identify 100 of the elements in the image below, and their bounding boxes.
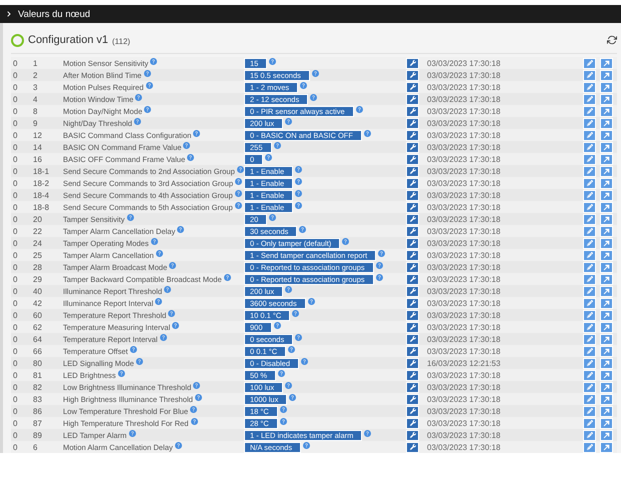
wrench-button[interactable]: [406, 274, 419, 284]
help-icon[interactable]: [280, 406, 287, 412]
expand-button[interactable]: [600, 226, 613, 236]
help-icon[interactable]: [136, 358, 143, 364]
edit-button[interactable]: [583, 382, 596, 392]
expand-button[interactable]: [600, 106, 613, 116]
help-icon[interactable]: [235, 178, 242, 184]
help-icon[interactable]: [174, 442, 182, 448]
expand-button[interactable]: [600, 130, 613, 140]
help-icon[interactable]: [378, 250, 386, 256]
help-icon[interactable]: [160, 334, 167, 340]
wrench-button[interactable]: [406, 154, 419, 164]
wrench-button[interactable]: [406, 130, 419, 140]
wrench-button[interactable]: [406, 394, 419, 404]
wrench-button[interactable]: [406, 346, 419, 356]
help-icon[interactable]: [164, 286, 172, 292]
wrench-button[interactable]: [406, 370, 419, 380]
help-icon[interactable]: [285, 286, 292, 292]
help-icon[interactable]: [295, 190, 302, 196]
help-icon[interactable]: [342, 238, 350, 244]
wrench-button[interactable]: [406, 214, 419, 224]
edit-button[interactable]: [583, 346, 596, 356]
wrench-button[interactable]: [406, 226, 419, 236]
help-icon[interactable]: [118, 370, 125, 376]
edit-button[interactable]: [583, 262, 596, 272]
expand-button[interactable]: [600, 286, 613, 296]
help-icon[interactable]: [128, 430, 136, 436]
help-icon[interactable]: [310, 94, 318, 100]
expand-button[interactable]: [600, 406, 613, 416]
help-icon[interactable]: [303, 442, 310, 448]
help-icon[interactable]: [190, 418, 198, 424]
wrench-button[interactable]: [406, 418, 419, 428]
help-icon[interactable]: [234, 190, 242, 196]
wrench-button[interactable]: [406, 166, 419, 176]
wrench-button[interactable]: [406, 334, 419, 344]
wrench-button[interactable]: [406, 286, 419, 296]
help-icon[interactable]: [289, 394, 296, 400]
help-icon[interactable]: [312, 70, 319, 76]
help-icon[interactable]: [299, 226, 306, 232]
expand-button[interactable]: [600, 250, 613, 260]
expand-button[interactable]: [600, 334, 613, 344]
edit-button[interactable]: [583, 154, 596, 164]
edit-button[interactable]: [583, 106, 596, 116]
wrench-button[interactable]: [406, 82, 419, 92]
edit-button[interactable]: [583, 82, 596, 92]
edit-button[interactable]: [583, 214, 596, 224]
help-icon[interactable]: [356, 106, 363, 112]
wrench-button[interactable]: [406, 262, 419, 272]
wrench-button[interactable]: [406, 442, 419, 452]
edit-button[interactable]: [583, 130, 596, 140]
edit-button[interactable]: [583, 58, 596, 68]
expand-button[interactable]: [600, 154, 613, 164]
edit-button[interactable]: [583, 142, 596, 152]
expand-button[interactable]: [600, 118, 613, 128]
help-icon[interactable]: [278, 370, 286, 376]
wrench-button[interactable]: [406, 310, 419, 320]
edit-button[interactable]: [583, 274, 596, 284]
edit-button[interactable]: [583, 286, 596, 296]
help-icon[interactable]: [364, 130, 371, 136]
help-icon[interactable]: [269, 58, 276, 64]
help-icon[interactable]: [301, 358, 308, 364]
edit-button[interactable]: [583, 238, 596, 248]
expand-button[interactable]: [600, 274, 613, 284]
help-icon[interactable]: [280, 418, 287, 424]
expand-button[interactable]: [600, 166, 613, 176]
edit-button[interactable]: [583, 94, 596, 104]
help-icon[interactable]: [194, 394, 202, 400]
help-icon[interactable]: [169, 262, 176, 268]
wrench-button[interactable]: [406, 406, 419, 416]
expand-button[interactable]: [600, 262, 613, 272]
expand-button[interactable]: [600, 382, 613, 392]
help-icon[interactable]: [224, 274, 231, 280]
help-icon[interactable]: [190, 406, 198, 412]
edit-button[interactable]: [583, 334, 596, 344]
help-icon[interactable]: [295, 178, 302, 184]
wrench-button[interactable]: [406, 238, 419, 248]
help-icon[interactable]: [295, 166, 302, 172]
help-icon[interactable]: [274, 142, 281, 148]
help-icon[interactable]: [295, 334, 302, 340]
edit-button[interactable]: [583, 430, 596, 440]
wrench-button[interactable]: [406, 190, 419, 200]
expand-button[interactable]: [600, 358, 613, 368]
help-icon[interactable]: [172, 322, 180, 328]
expand-button[interactable]: [600, 298, 613, 308]
expand-button[interactable]: [600, 430, 613, 440]
expand-button[interactable]: [600, 70, 613, 80]
edit-button[interactable]: [583, 178, 596, 188]
help-icon[interactable]: [376, 274, 383, 280]
edit-button[interactable]: [583, 310, 596, 320]
help-icon[interactable]: [168, 310, 176, 316]
help-icon[interactable]: [150, 238, 158, 244]
expand-button[interactable]: [600, 190, 613, 200]
expand-button[interactable]: [600, 322, 613, 332]
help-icon[interactable]: [187, 154, 194, 160]
wrench-button[interactable]: [406, 106, 419, 116]
edit-button[interactable]: [583, 418, 596, 428]
edit-button[interactable]: [583, 394, 596, 404]
wrench-button[interactable]: [406, 94, 419, 104]
edit-button[interactable]: [583, 190, 596, 200]
wrench-button[interactable]: [406, 298, 419, 308]
